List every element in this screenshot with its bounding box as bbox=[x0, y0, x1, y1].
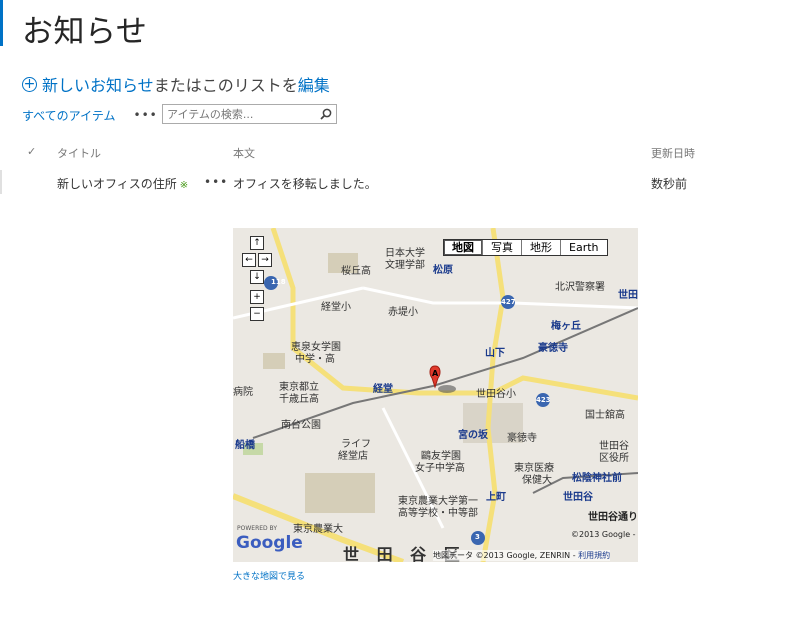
route-number: 423 bbox=[536, 396, 551, 404]
new-item-icon: ※ bbox=[179, 180, 189, 191]
map-label: 船橋 bbox=[235, 440, 255, 451]
new-item-row: + 新しいお知らせ またはこのリストを 編集 bbox=[22, 72, 330, 96]
marker-letter: A bbox=[432, 369, 439, 378]
map-label: 松原 bbox=[433, 265, 453, 276]
map-type-satellite-button[interactable]: 写真 bbox=[482, 240, 521, 255]
pan-up-button[interactable]: ↑ bbox=[250, 236, 264, 250]
map-label: 文理学部 bbox=[385, 260, 425, 271]
item-body-text: オフィスを移転しました。 bbox=[233, 177, 377, 191]
map-label: 経堂店 bbox=[338, 451, 368, 462]
map-label: 千歳丘高 bbox=[279, 394, 319, 405]
map-label: 世田 bbox=[618, 290, 638, 301]
item-modified-text: 数秒前 bbox=[651, 177, 688, 191]
map-label: 病院 bbox=[233, 387, 253, 398]
table-row-title-cell: 新しいオフィスの住所 ※ bbox=[57, 175, 188, 192]
map-label: 世田谷小 bbox=[476, 389, 516, 400]
pan-right-button[interactable]: → bbox=[258, 253, 272, 267]
map-label: 世田谷 bbox=[563, 492, 593, 503]
view-selector-row: すべてのアイテム ••• bbox=[22, 104, 158, 126]
map-label: 世田谷通り bbox=[588, 512, 638, 523]
map-label: 国士舘高 bbox=[585, 410, 625, 421]
map-label: 上町 bbox=[486, 492, 506, 503]
map-type-selector: 地図 写真 地形 Earth bbox=[443, 239, 608, 256]
location-marker-icon[interactable]: A bbox=[429, 365, 457, 401]
search-input[interactable] bbox=[163, 107, 319, 121]
map-label: 女子中学高 bbox=[415, 463, 465, 474]
select-all-check-icon[interactable]: ✓ bbox=[27, 145, 36, 158]
map-label: 経堂 bbox=[373, 384, 393, 395]
search-box bbox=[162, 104, 337, 124]
route-number: 118 bbox=[271, 278, 286, 286]
map-label: 梅ヶ丘 bbox=[551, 321, 581, 332]
map-label: 区役所 bbox=[599, 453, 629, 464]
map-type-terrain-button[interactable]: 地形 bbox=[521, 240, 560, 255]
map-attribution-text: 地図データ ©2013 Google, ZENRIN - bbox=[433, 551, 576, 560]
map-label: 経堂小 bbox=[321, 302, 351, 313]
map-label: 桜丘高 bbox=[341, 266, 371, 277]
map-label: 松陰神社前 bbox=[572, 473, 622, 484]
map-label: 南台公園 bbox=[281, 420, 321, 431]
map-label: 中学・高 bbox=[295, 354, 335, 365]
search-icon[interactable] bbox=[320, 108, 332, 120]
edit-list-link[interactable]: 編集 bbox=[298, 72, 330, 96]
item-title-link[interactable]: 新しいオフィスの住所 bbox=[57, 177, 177, 191]
map-attribution: 地図データ ©2013 Google, ZENRIN - 利用規約 bbox=[433, 550, 611, 561]
column-header-title[interactable]: タイトル bbox=[57, 145, 101, 161]
route-number: 3 bbox=[475, 533, 480, 541]
column-header-modified[interactable]: 更新日時 bbox=[651, 145, 695, 161]
page-accent-bar bbox=[0, 0, 3, 46]
map-label: 山下 bbox=[485, 348, 505, 359]
powered-by-label: POWERED BY bbox=[237, 525, 278, 532]
map-label: 高等学校・中等部 bbox=[398, 508, 478, 519]
terms-of-use-link[interactable]: 利用規約 bbox=[578, 551, 610, 560]
map-label: 豪徳寺 bbox=[538, 343, 568, 354]
map-label: 豪徳寺 bbox=[507, 433, 537, 444]
zoom-out-button[interactable]: − bbox=[250, 307, 264, 321]
map-label: 北沢警察署 bbox=[555, 282, 605, 293]
google-logo[interactable]: Google bbox=[236, 533, 303, 553]
map-label: 保健大 bbox=[522, 475, 552, 486]
route-number: 427 bbox=[501, 298, 516, 306]
map-copyright: ©2013 Google - bbox=[571, 530, 636, 539]
page-title: お知らせ bbox=[22, 14, 148, 50]
pan-left-button[interactable]: ← bbox=[242, 253, 256, 267]
map-type-map-button[interactable]: 地図 bbox=[444, 240, 482, 255]
map-type-earth-button[interactable]: Earth bbox=[560, 240, 607, 255]
map-label: 赤堤小 bbox=[388, 307, 418, 318]
row-selection-marker[interactable] bbox=[0, 170, 2, 194]
zoom-in-button[interactable]: + bbox=[250, 290, 264, 304]
view-all-items-link[interactable]: すべてのアイテム bbox=[22, 107, 115, 124]
pan-down-button[interactable]: ↓ bbox=[250, 270, 264, 284]
add-circle-icon[interactable]: + bbox=[22, 76, 37, 92]
new-announcement-link[interactable]: 新しいお知らせ bbox=[42, 72, 154, 96]
column-header-body[interactable]: 本文 bbox=[233, 145, 255, 161]
item-menu-button[interactable]: ••• bbox=[204, 175, 228, 189]
google-map[interactable]: ↑ ← → ↓ + − 地図 写真 地形 Earth 日本大学 文理学部 桜丘高… bbox=[233, 228, 638, 562]
new-item-middle-text: またはこのリストを bbox=[153, 76, 298, 95]
map-label: 宮の坂 bbox=[458, 430, 488, 441]
view-menu-button[interactable]: ••• bbox=[133, 108, 157, 122]
view-larger-map-link[interactable]: 大きな地図で見る bbox=[233, 569, 305, 582]
